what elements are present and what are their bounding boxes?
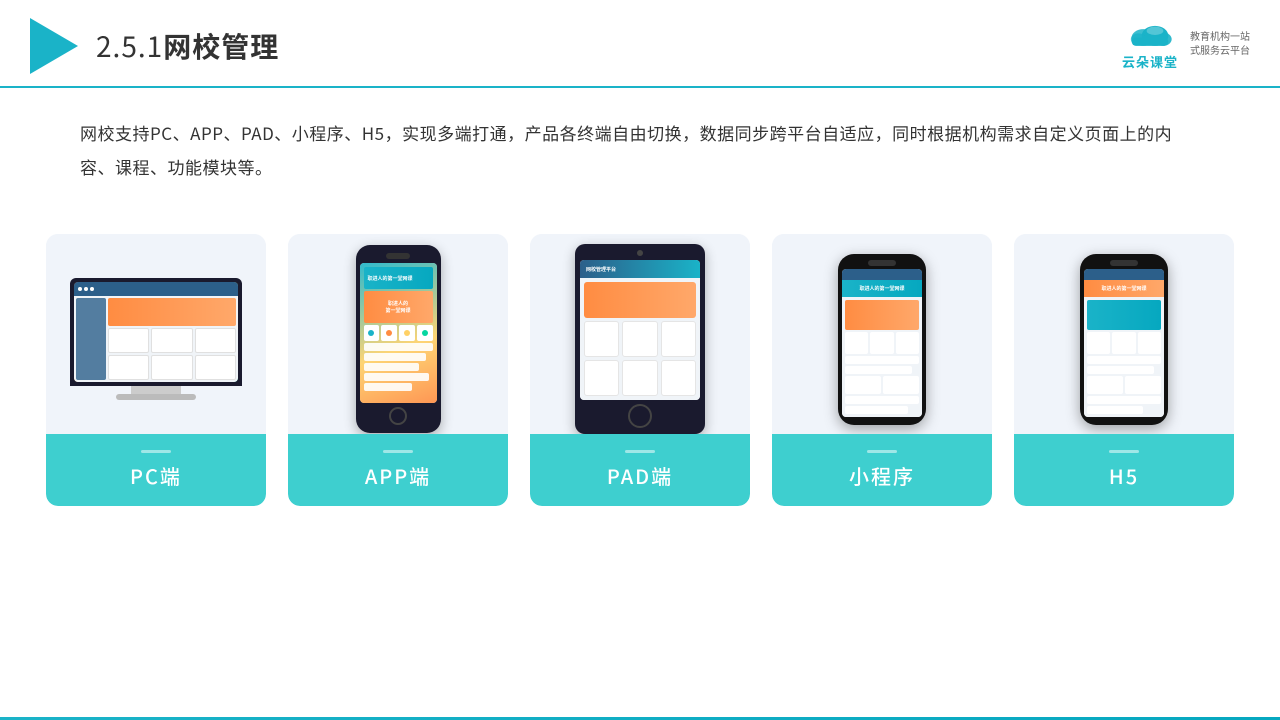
phone-home-button bbox=[389, 407, 407, 425]
pad-device-mock: 网校管理平台 bbox=[575, 244, 705, 434]
card-pad-label: PAD端 bbox=[530, 434, 750, 506]
card-app-label: APP端 bbox=[288, 434, 508, 506]
pad-camera bbox=[637, 250, 643, 256]
card-miniprogram-label: 小程序 bbox=[772, 434, 992, 506]
pad-home-button bbox=[628, 404, 652, 428]
card-h5: 职进人的第一堂网课 bbox=[1014, 234, 1234, 506]
miniprogram-phone-mock: 职进人的第一堂网课 bbox=[838, 254, 926, 425]
card-pc: PC端 bbox=[46, 234, 266, 506]
pc-device-mock bbox=[66, 278, 246, 400]
card-miniprogram: 职进人的第一堂网课 bbox=[772, 234, 992, 506]
h5-notch bbox=[1110, 260, 1138, 266]
card-app-image: 职进人的第一堂网课 职进人的第一堂网课 bbox=[288, 234, 508, 434]
page-title: 2.5.1网校管理 bbox=[96, 26, 279, 66]
card-h5-image: 职进人的第一堂网课 bbox=[1014, 234, 1234, 434]
logo-triangle-icon bbox=[30, 18, 78, 74]
wechat-notch bbox=[868, 260, 896, 266]
brand-tagline: 教育机构一站 式服务云平台 bbox=[1190, 29, 1250, 57]
platform-cards: PC端 职进人的第一堂网课 职进人的第一堂网课 bbox=[0, 204, 1280, 546]
brand-icon: 云朵课堂 bbox=[1122, 15, 1178, 71]
card-pad: 网校管理平台 bbox=[530, 234, 750, 506]
pad-screen: 网校管理平台 bbox=[580, 260, 700, 400]
card-pc-label: PC端 bbox=[46, 434, 266, 506]
app-phone-mock: 职进人的第一堂网课 职进人的第一堂网课 bbox=[356, 245, 441, 433]
page-header: 2.5.1网校管理 云朵课堂 教育机构一站 式服务云平台 bbox=[0, 0, 1280, 88]
wechat-screen: 职进人的第一堂网课 bbox=[842, 269, 922, 417]
card-app: 职进人的第一堂网课 职进人的第一堂网课 bbox=[288, 234, 508, 506]
brand-logo: 云朵课堂 教育机构一站 式服务云平台 bbox=[1122, 15, 1250, 71]
card-pad-image: 网校管理平台 bbox=[530, 234, 750, 434]
phone-screen: 职进人的第一堂网课 职进人的第一堂网课 bbox=[360, 263, 437, 403]
cloud-icon bbox=[1125, 15, 1175, 50]
card-h5-label: H5 bbox=[1014, 434, 1234, 506]
description-text: 网校支持PC、APP、PAD、小程序、H5，实现多端打通，产品各终端自由切换，数… bbox=[0, 88, 1280, 194]
card-pc-image bbox=[46, 234, 266, 434]
h5-phone-mock: 职进人的第一堂网课 bbox=[1080, 254, 1168, 425]
card-miniprogram-image: 职进人的第一堂网课 bbox=[772, 234, 992, 434]
h5-screen: 职进人的第一堂网课 bbox=[1084, 269, 1164, 417]
phone-notch bbox=[386, 253, 410, 259]
